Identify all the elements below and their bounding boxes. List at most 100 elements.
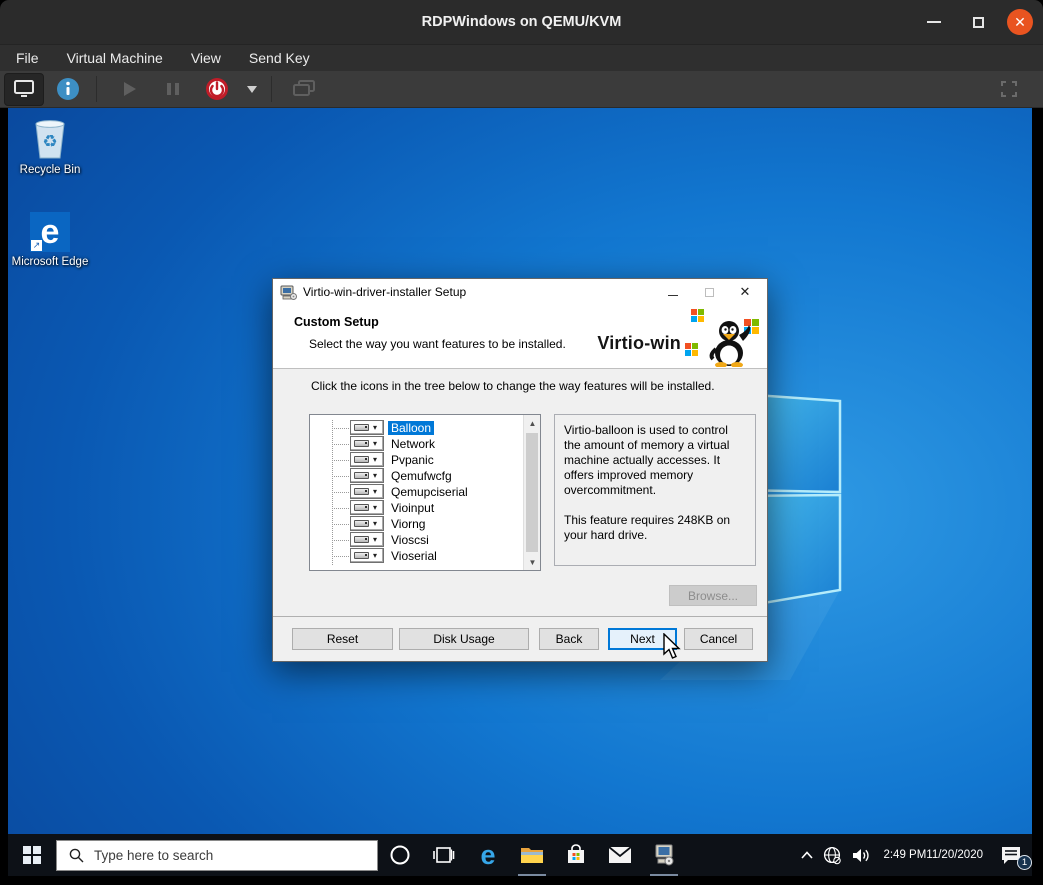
windows-start-icon (23, 846, 41, 864)
feature-label[interactable]: Vioscsi (388, 533, 432, 547)
feature-row-qemufwcfg[interactable]: ▾ Qemufwcfg (310, 468, 523, 484)
browse-button[interactable]: Browse... (669, 585, 757, 606)
reset-button[interactable]: Reset (292, 628, 393, 650)
globe-no-internet-icon (823, 846, 842, 865)
maximize-icon (973, 17, 984, 28)
info-icon (56, 77, 80, 101)
edge-icon: e (480, 842, 495, 869)
volume-button[interactable] (847, 834, 876, 876)
menu-item-file[interactable]: File (16, 50, 39, 66)
toolbar-separator (96, 76, 97, 102)
dialog-minimize-button[interactable] (655, 279, 691, 305)
clock-time: 2:49 PM (883, 849, 926, 862)
feature-row-vioscsi[interactable]: ▾ Vioscsi (310, 532, 523, 548)
feature-install-state-button[interactable]: ▾ (350, 436, 384, 451)
installer-window-icon (280, 285, 297, 300)
dialog-titlebar[interactable]: Virtio-win-driver-installer Setup ✕ (273, 279, 767, 305)
feature-install-state-button[interactable]: ▾ (350, 452, 384, 467)
feature-label[interactable]: Network (388, 437, 438, 451)
scrollbar-thumb[interactable] (526, 433, 538, 552)
feature-install-state-button[interactable]: ▾ (350, 500, 384, 515)
start-button[interactable] (8, 834, 56, 876)
menu-item-send-key[interactable]: Send Key (249, 50, 310, 66)
feature-install-state-button[interactable]: ▾ (350, 484, 384, 499)
clock[interactable]: 2:49 PM 11/20/2020 (876, 834, 990, 876)
search-input[interactable] (94, 848, 334, 863)
action-center-button[interactable]: 1 (990, 834, 1032, 876)
feature-row-vioserial[interactable]: ▾ Vioserial (310, 548, 523, 564)
feature-label[interactable]: Qemupciserial (388, 485, 471, 499)
feature-row-viorng[interactable]: ▾ Viorng (310, 516, 523, 532)
dropdown-caret-icon: ▾ (373, 424, 377, 432)
feature-label[interactable]: Vioinput (388, 501, 437, 515)
scroll-up-icon[interactable]: ▲ (524, 415, 541, 431)
task-view-button[interactable] (422, 834, 466, 876)
feature-install-state-button[interactable]: ▾ (350, 420, 384, 435)
feature-row-balloon[interactable]: ▾ Balloon (310, 420, 523, 436)
cancel-button[interactable]: Cancel (684, 628, 753, 650)
feature-label[interactable]: Balloon (388, 421, 434, 435)
feature-install-state-button[interactable]: ▾ (350, 532, 384, 547)
microsoft-store-button[interactable] (554, 834, 598, 876)
console-view-button[interactable] (4, 73, 44, 106)
feature-install-state-button[interactable]: ▾ (350, 516, 384, 531)
fullscreen-icon (1000, 80, 1018, 98)
feature-row-qemupciserial[interactable]: ▾ Qemupciserial (310, 484, 523, 500)
maximize-button[interactable] (963, 7, 993, 37)
feature-install-state-button[interactable]: ▾ (350, 468, 384, 483)
cortana-icon (389, 844, 411, 866)
installer-taskbar-button[interactable] (642, 834, 686, 876)
close-button[interactable]: ✕ (1007, 9, 1033, 35)
mail-icon (608, 846, 632, 864)
network-status-button[interactable] (818, 834, 847, 876)
desktop-icon-recycle-bin[interactable]: ♻ Recycle Bin (10, 114, 90, 177)
desktop-icon-label: Recycle Bin (10, 164, 90, 177)
run-button[interactable] (109, 73, 149, 106)
close-icon: ✕ (740, 284, 751, 300)
menu-item-view[interactable]: View (191, 50, 221, 66)
feature-label[interactable]: Vioserial (388, 549, 440, 563)
feature-tree[interactable]: ▾ Balloon ▾ Network ▾ Pvpanic ▾ Qemufwcfg ▾ Qemup… (309, 414, 541, 571)
back-button[interactable]: Back (539, 628, 599, 650)
feature-row-pvpanic[interactable]: ▾ Pvpanic (310, 452, 523, 468)
dialog-maximize-button[interactable] (691, 279, 727, 305)
power-icon (205, 77, 229, 101)
tree-scrollbar[interactable]: ▲ ▼ (523, 415, 540, 570)
chevron-down-icon (247, 86, 257, 93)
titlebar[interactable]: RDPWindows on QEMU/KVM ✕ (0, 0, 1043, 44)
mail-button[interactable] (598, 834, 642, 876)
harddrive-icon (354, 536, 369, 543)
speaker-icon (852, 847, 871, 864)
virtual-displays-button[interactable] (284, 73, 324, 106)
feature-install-state-button[interactable]: ▾ (350, 548, 384, 563)
desktop-icon-microsoft-edge[interactable]: e ↗ Microsoft Edge (10, 206, 90, 269)
taskbar-search[interactable] (56, 840, 378, 871)
disk-usage-button[interactable]: Disk Usage (399, 628, 529, 650)
minimize-button[interactable] (919, 7, 949, 37)
installer-app-icon (652, 844, 676, 866)
dialog-instruction: Click the icons in the tree below to cha… (311, 379, 715, 393)
edge-taskbar-button[interactable]: e (466, 834, 510, 876)
harddrive-icon (354, 472, 369, 479)
pause-button[interactable] (153, 73, 193, 106)
scroll-down-icon[interactable]: ▼ (524, 554, 541, 570)
search-icon (69, 848, 84, 863)
dialog-close-button[interactable]: ✕ (727, 279, 763, 305)
feature-row-vioinput[interactable]: ▾ Vioinput (310, 500, 523, 516)
fullscreen-button[interactable] (989, 73, 1029, 106)
harddrive-icon (354, 456, 369, 463)
feature-row-network[interactable]: ▾ Network (310, 436, 523, 452)
vm-details-button[interactable] (48, 73, 88, 106)
file-explorer-button[interactable] (510, 834, 554, 876)
svg-text:♻: ♻ (42, 132, 57, 151)
feature-label[interactable]: Qemufwcfg (388, 469, 455, 483)
tray-expand-button[interactable] (796, 834, 818, 876)
menu-item-virtual-machine[interactable]: Virtual Machine (67, 50, 163, 66)
harddrive-icon (354, 488, 369, 495)
feature-label[interactable]: Viorng (388, 517, 428, 531)
shutdown-button[interactable] (197, 73, 237, 106)
cortana-button[interactable] (378, 834, 422, 876)
tree-connector-line (332, 556, 350, 557)
shutdown-menu-button[interactable] (241, 73, 263, 106)
feature-label[interactable]: Pvpanic (388, 453, 437, 467)
